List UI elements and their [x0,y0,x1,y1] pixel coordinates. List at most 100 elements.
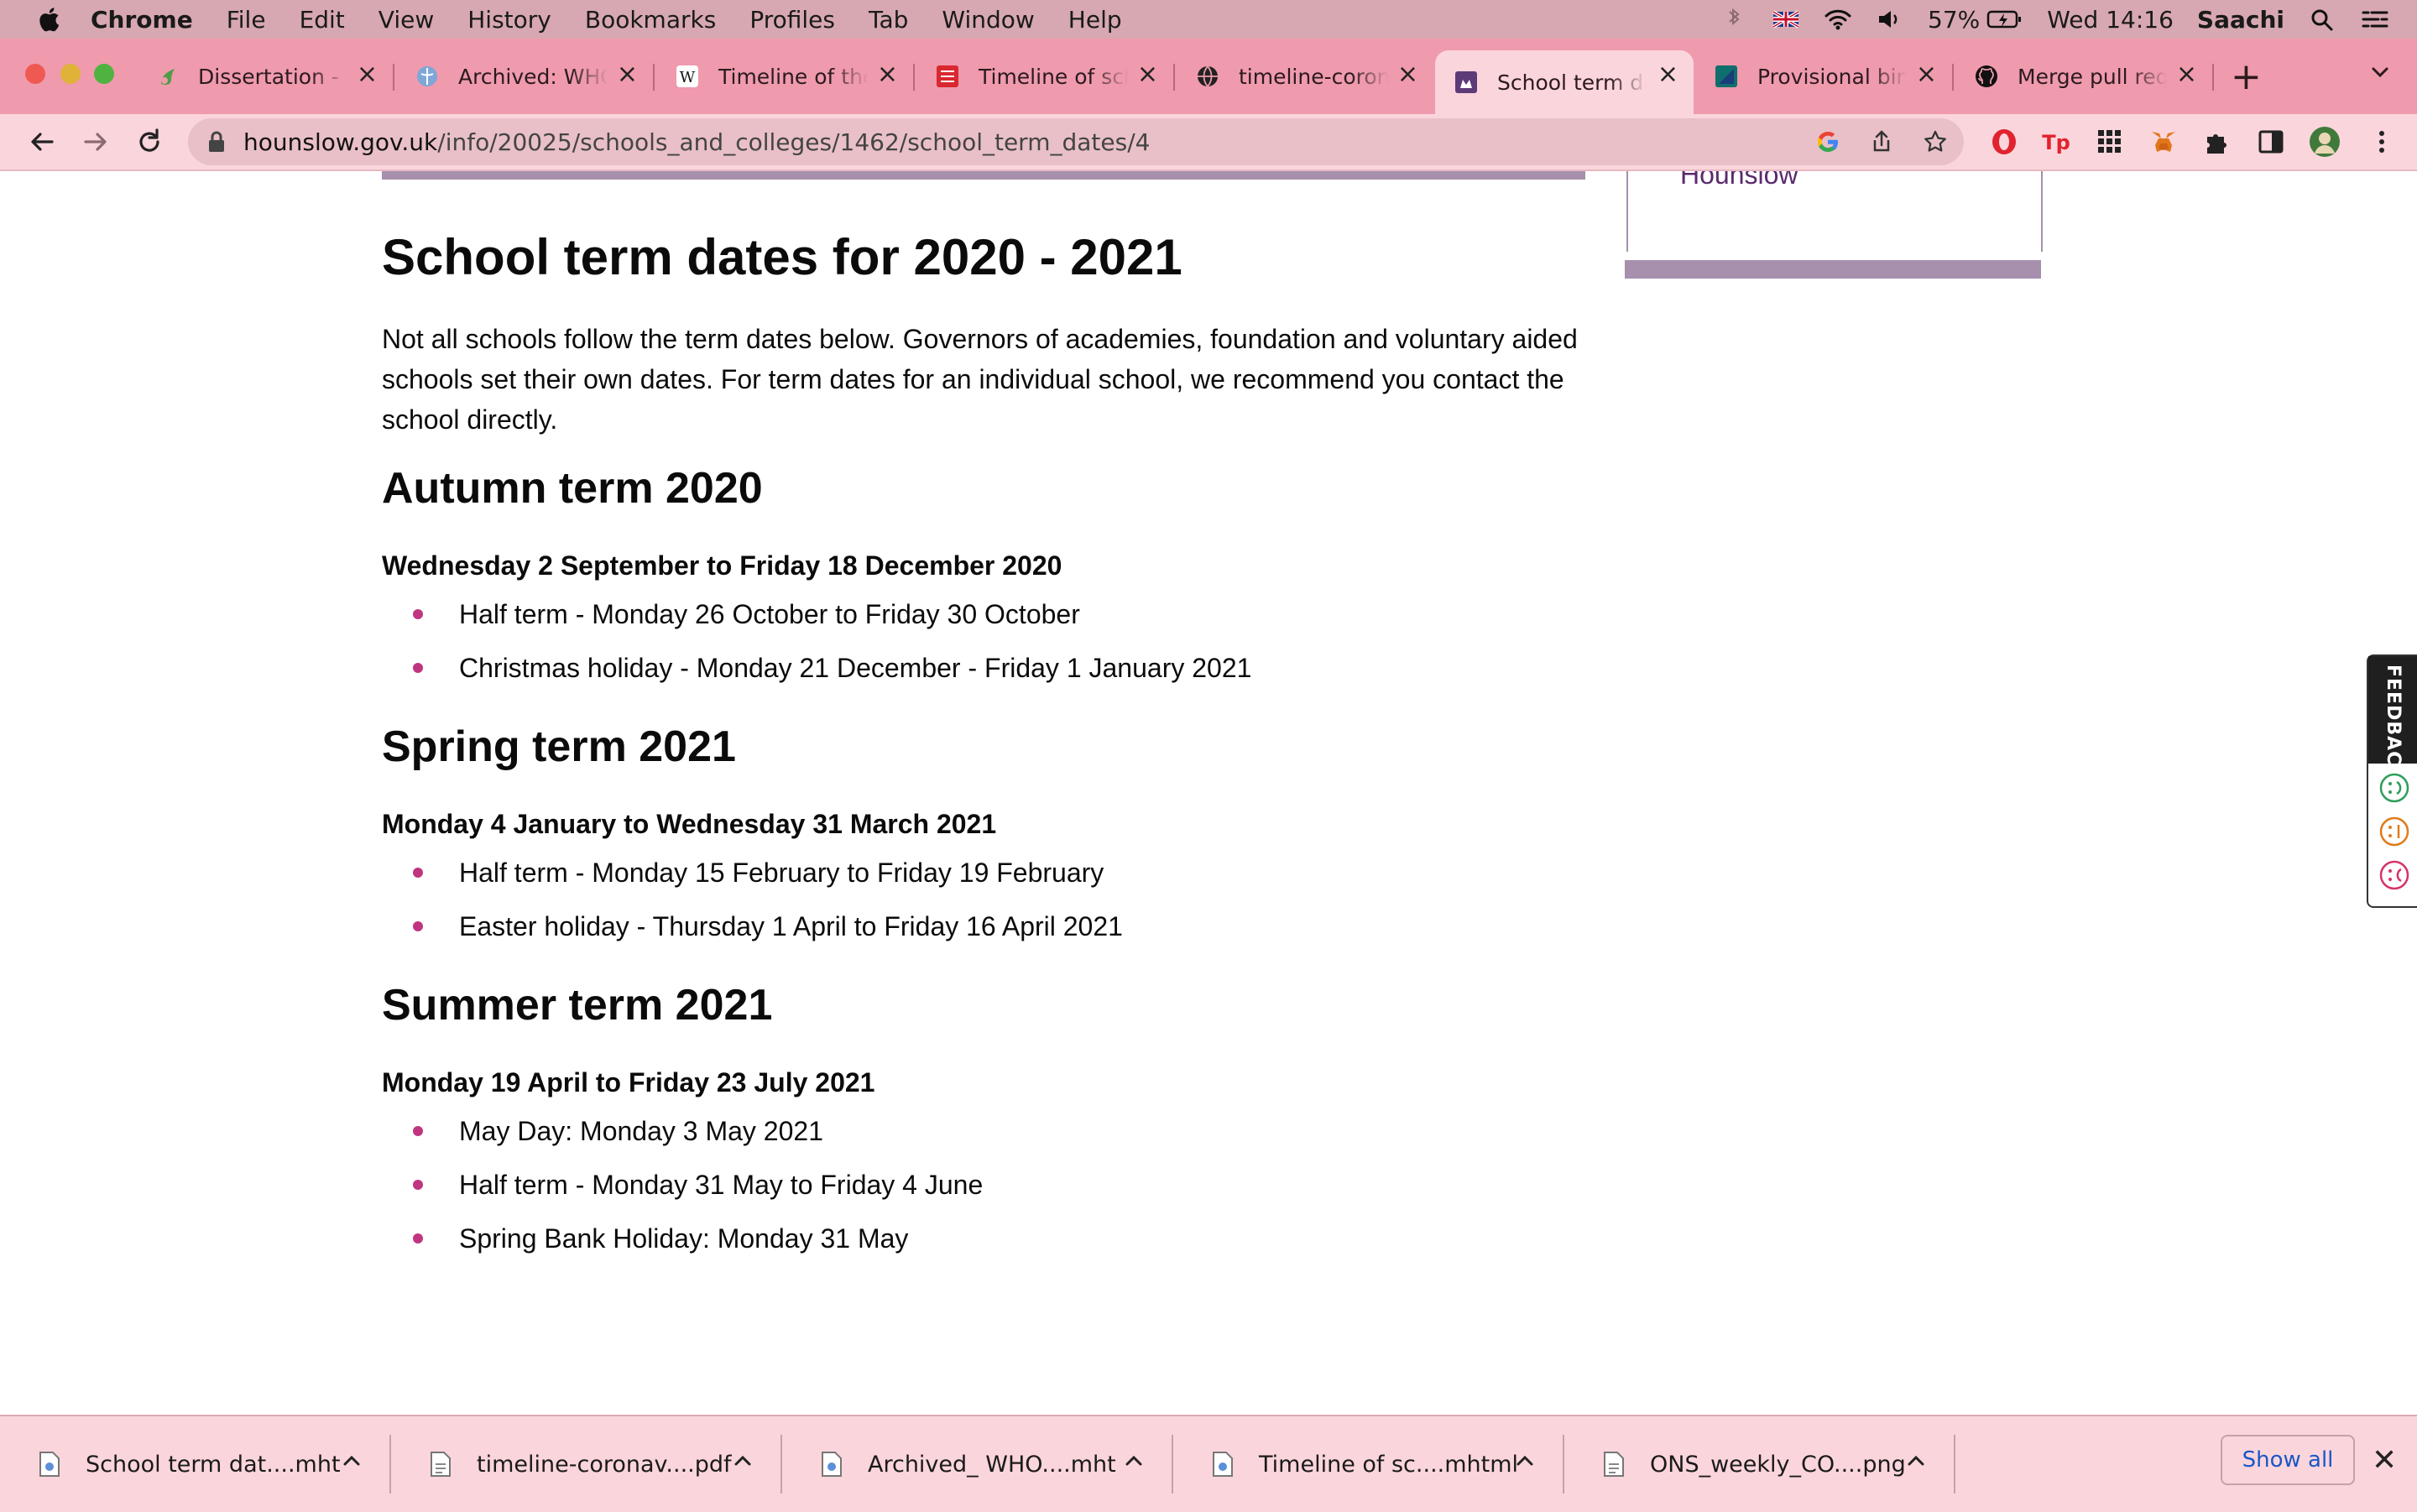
show-all-downloads-button[interactable]: Show all [2221,1435,2355,1485]
intro-paragraph: Not all schools follow the term dates be… [382,324,1578,435]
globe-icon [1198,65,1218,87]
happy-face-icon[interactable] [2378,772,2410,804]
neutral-face-icon[interactable] [2378,816,2410,847]
bookmark-star-icon[interactable] [1922,128,1949,155]
tab-title: Timeline of the COVID-19 [718,64,868,89]
tab-merge-pull-request[interactable]: Merge pull request × [1955,50,2214,102]
sad-face-icon[interactable] [2378,859,2410,891]
chevron-up-icon[interactable] [1123,1450,1145,1472]
chevron-up-icon[interactable] [732,1450,754,1472]
list-item: Easter holiday - Thursday 1 April to Fri… [382,910,1123,963]
bullet-icon [413,663,423,673]
tab-close-icon[interactable]: × [2176,62,2197,87]
tab-archived-who[interactable]: Archived: WHO Timeline × [396,50,655,102]
list-item-text: Christmas holiday - Monday 21 December -… [459,653,1252,683]
tab-close-icon[interactable]: × [1657,62,1678,87]
term-list-summer: May Day: Monday 3 May 2021 Half term - M… [382,1114,983,1275]
sidebar-link-hounslow[interactable]: Hounslow [1680,171,1798,190]
menu-window[interactable]: Window [942,6,1034,34]
feedback-widget[interactable]: FEEDBACK [2367,654,2417,908]
extensions-puzzle-icon[interactable] [2202,127,2232,157]
spotlight-search-icon[interactable] [2308,7,2336,32]
opera-extension-icon[interactable] [1989,127,2019,157]
download-item[interactable]: School term dat....mht [0,1416,391,1512]
tab-search-chevron-icon[interactable] [2368,60,2392,84]
term-heading-spring: Spring term 2021 [382,722,736,771]
tp-extension-icon[interactable]: Tp [2041,127,2071,157]
window-zoom-button[interactable] [94,64,114,84]
tab-dissertation[interactable]: Dissertation - Overleaf × [136,50,394,102]
side-panel-icon[interactable] [2256,127,2286,157]
site-icon [937,65,958,87]
list-item: Half term - Monday 26 October to Friday … [382,597,1251,651]
file-icon [39,1452,60,1477]
ons-icon [1715,65,1737,87]
menu-help[interactable]: Help [1068,6,1122,34]
tab-close-icon[interactable]: × [357,62,378,87]
apps-grid-icon[interactable] [2095,127,2125,157]
volume-icon[interactable] [1876,7,1904,32]
uk-flag-icon[interactable] [1772,7,1800,32]
github-icon [1976,65,1997,87]
menu-edit[interactable]: Edit [300,6,345,34]
tab-timeline-schools[interactable]: Timeline of school closures × [916,50,1175,102]
tab-close-icon[interactable]: × [1137,62,1158,87]
back-arrow-icon[interactable] [25,125,59,159]
new-tab-button[interactable]: + [2231,55,2262,98]
reload-icon[interactable] [133,125,166,159]
list-item-text: Easter holiday - Thursday 1 April to Fri… [459,911,1123,941]
menu-view[interactable]: View [378,6,434,34]
sidebar-bottom-rule [1625,260,2041,279]
tab-title: Dissertation - Overleaf [198,64,347,89]
url-text[interactable]: hounslow.gov.uk/info/20025/schools_and_c… [243,128,1150,156]
list-item: May Day: Monday 3 May 2021 [382,1114,983,1168]
menu-app-name[interactable]: Chrome [91,6,193,34]
list-item: Half term - Monday 15 February to Friday… [382,856,1123,910]
tab-timeline-coronavirus[interactable]: timeline-coronavirus × [1177,50,1433,102]
menu-clock[interactable]: Wed 14:16 [2047,6,2174,34]
forward-arrow-icon[interactable] [79,125,112,159]
download-item[interactable]: ONS_weekly_CO....png [1564,1416,1955,1512]
window-minimize-button[interactable] [60,64,81,84]
menu-tab[interactable]: Tab [869,6,908,34]
address-bar[interactable]: hounslow.gov.uk/info/20025/schools_and_c… [188,118,1964,165]
tab-close-icon[interactable]: × [877,62,898,87]
tab-school-term-dates[interactable]: School term dates × [1435,50,1694,114]
download-item[interactable]: Archived_ WHO....mht [782,1416,1173,1512]
download-item[interactable]: timeline-coronav....pdf [391,1416,782,1512]
tab-close-icon[interactable]: × [1397,62,1418,87]
tab-timeline-covid[interactable]: W Timeline of the COVID-19 × [656,50,915,102]
lock-icon[interactable] [206,130,227,154]
chevron-up-icon[interactable] [1905,1450,1927,1472]
close-download-shelf-icon[interactable]: ✕ [2372,1443,2397,1478]
metamask-fox-icon[interactable] [2148,127,2179,157]
window-close-button[interactable] [25,64,45,84]
profile-avatar-icon[interactable] [2308,125,2341,159]
tab-provisional-births[interactable]: Provisional births × [1695,50,1954,102]
tab-separator [1952,64,1954,91]
tab-close-icon[interactable]: × [1916,62,1937,87]
apple-icon[interactable] [35,5,60,34]
control-center-icon[interactable] [2360,7,2388,32]
chevron-up-icon[interactable] [1514,1450,1536,1472]
menu-profiles[interactable]: Profiles [749,6,835,34]
battery-percent[interactable]: 57% [1928,6,1980,34]
chevron-up-icon[interactable] [341,1450,363,1472]
share-icon[interactable] [1868,128,1895,155]
chrome-menu-kebab-icon[interactable] [2367,127,2397,157]
battery-icon[interactable] [1986,7,2023,32]
menu-user[interactable]: Saachi [2197,6,2284,34]
menu-history[interactable]: History [467,6,551,34]
list-item-text: Spring Bank Holiday: Monday 31 May [459,1223,909,1254]
download-item[interactable]: Timeline of sc....mhtml [1173,1416,1564,1512]
google-icon[interactable] [1814,128,1841,155]
menu-bookmarks[interactable]: Bookmarks [585,6,716,34]
tab-separator [913,64,915,91]
wifi-icon[interactable] [1824,7,1852,32]
menu-file[interactable]: File [227,6,266,34]
bluetooth-icon[interactable] [1720,7,1748,32]
tab-close-icon[interactable]: × [617,62,638,87]
feedback-label-tab[interactable]: FEEDBACK [2368,656,2417,780]
svg-text:Tp: Tp [2042,131,2070,154]
download-separator [1954,1435,1955,1494]
